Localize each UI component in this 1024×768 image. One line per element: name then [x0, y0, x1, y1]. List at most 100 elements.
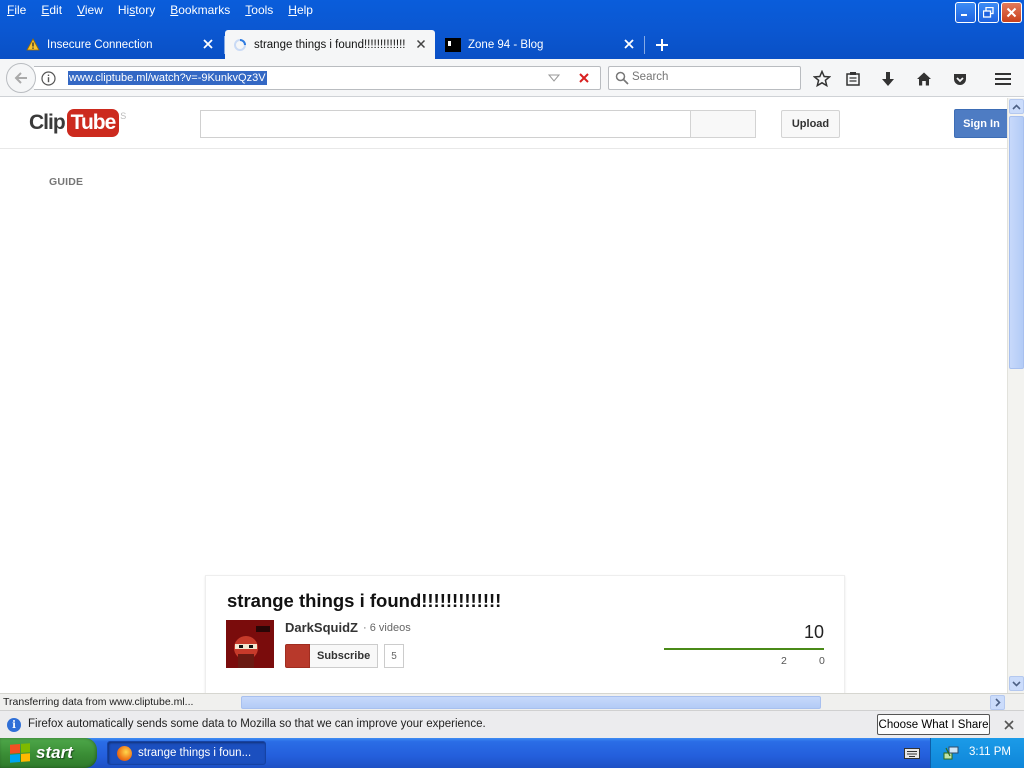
restore-button[interactable] [978, 2, 999, 23]
minimize-icon [961, 14, 967, 16]
windows-taskbar: start strange things i foun... 3:11 PM [0, 738, 1024, 768]
navigation-toolbar: www.cliptube.ml/watch?v=-9KunkvQz3V [0, 59, 1024, 97]
menu-bookmarks[interactable]: Bookmarks [163, 2, 238, 20]
start-label: start [36, 743, 73, 762]
site-favicon [445, 37, 461, 52]
view-count: 10 [803, 622, 824, 642]
vertical-scroll-thumb[interactable] [1009, 116, 1024, 369]
subscriber-count: 5 [384, 644, 404, 668]
notification-text: Firefox automatically sends some data to… [28, 718, 486, 730]
start-button[interactable]: start [0, 738, 97, 768]
chevron-right-icon [994, 698, 1001, 707]
logo-suffix: S [120, 111, 127, 121]
choose-what-i-share-button[interactable]: Choose What I Share [877, 714, 990, 735]
tab-title: Insecure Connection [47, 38, 153, 51]
tab-strange-things[interactable]: strange things i found!!!!!!!!!!!!! [225, 30, 435, 59]
site-search-input[interactable] [200, 110, 691, 138]
back-arrow-icon [14, 72, 27, 84]
home-icon [917, 72, 931, 86]
channel-avatar[interactable] [226, 620, 274, 668]
menu-file[interactable]: File [0, 2, 34, 20]
tab-insecure-connection[interactable]: Insecure Connection [18, 30, 222, 59]
like-count[interactable]: 2 [781, 655, 787, 667]
tab-close-icon[interactable] [415, 38, 427, 50]
upload-button[interactable]: Upload [781, 110, 840, 138]
network-icon[interactable] [943, 745, 959, 761]
firefox-icon [117, 745, 132, 761]
url-bar[interactable]: www.cliptube.ml/watch?v=-9KunkvQz3V [34, 66, 601, 90]
dislike-count[interactable]: 0 [819, 655, 825, 667]
logo-tube-text: Tube [66, 109, 120, 137]
minimize-button[interactable] [955, 2, 976, 23]
close-icon[interactable] [1003, 719, 1015, 731]
video-title: strange things i found!!!!!!!!!!!!! [227, 590, 502, 611]
page-viewport: Clip Tube S Upload Sign In GUIDE strange… [0, 98, 1007, 693]
tab-separator [644, 36, 645, 54]
close-icon [1006, 7, 1017, 18]
menu-tools[interactable]: Tools [238, 2, 281, 20]
guide-label[interactable]: GUIDE [49, 176, 83, 188]
home-button[interactable] [914, 69, 934, 89]
subscribe-button[interactable]: Subscribe [310, 644, 379, 668]
hamburger-icon [995, 73, 1011, 85]
taskbar-firefox-item[interactable]: strange things i foun... [107, 741, 266, 765]
sign-in-button[interactable]: Sign In [954, 109, 1007, 138]
search-bar[interactable] [608, 66, 801, 90]
url-text[interactable]: www.cliptube.ml/watch?v=-9KunkvQz3V [68, 71, 267, 85]
tab-strip: Insecure Connection strange things i fou… [0, 30, 1024, 59]
windows-logo-icon [10, 743, 30, 763]
menu-button[interactable] [993, 69, 1013, 89]
downloads-button[interactable] [878, 69, 898, 89]
site-search-button[interactable] [690, 110, 756, 138]
subscribe-group: Subscribe 5 [285, 644, 404, 668]
avatar-image [226, 620, 274, 668]
menu-history[interactable]: History [111, 2, 163, 20]
loading-icon [234, 38, 246, 51]
menu-view[interactable]: View [70, 2, 111, 20]
download-arrow-icon [882, 72, 894, 86]
channel-video-count[interactable]: · 6 videos [363, 622, 411, 634]
browser-titlebar: File Edit View History Bookmarks Tools H… [0, 0, 1024, 62]
status-bar: Transferring data from www.cliptube.ml..… [0, 693, 1024, 710]
site-header: Clip Tube S Upload Sign In [0, 98, 1007, 149]
info-icon[interactable] [41, 71, 56, 86]
reading-list-button[interactable] [843, 69, 863, 89]
stop-icon[interactable] [578, 72, 590, 84]
menu-help[interactable]: Help [281, 2, 321, 20]
dropdown-arrow-icon[interactable] [548, 73, 560, 83]
scroll-right-button[interactable] [990, 695, 1005, 710]
bookmark-star-button[interactable] [812, 69, 832, 89]
tab-title: strange things i found!!!!!!!!!!!!! [254, 38, 406, 51]
window-close-button[interactable] [1001, 2, 1022, 23]
restore-icon [983, 7, 994, 18]
system-tray: 3:11 PM [930, 738, 1024, 768]
warning-icon [26, 38, 40, 51]
chevron-down-icon [1012, 680, 1021, 687]
pocket-icon [954, 74, 966, 85]
tab-close-icon[interactable] [623, 38, 635, 50]
vertical-scrollbar[interactable] [1007, 98, 1024, 693]
video-info-panel: strange things i found!!!!!!!!!!!!! Dark… [205, 575, 845, 693]
chevron-up-icon [1012, 103, 1021, 110]
notification-bar: i Firefox automatically sends some data … [0, 710, 1024, 738]
star-icon [813, 70, 831, 88]
channel-name[interactable]: DarkSquidZ [285, 620, 358, 635]
info-icon: i [7, 718, 21, 732]
scroll-up-button[interactable] [1009, 99, 1024, 114]
horizontal-scroll-thumb[interactable] [241, 696, 821, 709]
search-input[interactable] [632, 71, 792, 83]
keyboard-icon[interactable] [904, 746, 920, 760]
subscribe-logo-icon[interactable] [285, 644, 310, 668]
search-icon [615, 71, 629, 85]
tab-zone94-blog[interactable]: Zone 94 - Blog [437, 30, 643, 59]
logo-clip-text: Clip [29, 111, 66, 134]
pocket-button[interactable] [950, 69, 970, 89]
tab-close-icon[interactable] [202, 38, 214, 50]
cliptube-logo[interactable]: Clip Tube S [29, 109, 126, 137]
back-button[interactable] [6, 63, 36, 93]
taskbar-item-label: strange things i foun... [138, 747, 252, 759]
scroll-down-button[interactable] [1009, 676, 1024, 691]
taskbar-clock[interactable]: 3:11 PM [969, 746, 1011, 758]
new-tab-icon[interactable] [653, 36, 671, 54]
menu-edit[interactable]: Edit [34, 2, 70, 20]
